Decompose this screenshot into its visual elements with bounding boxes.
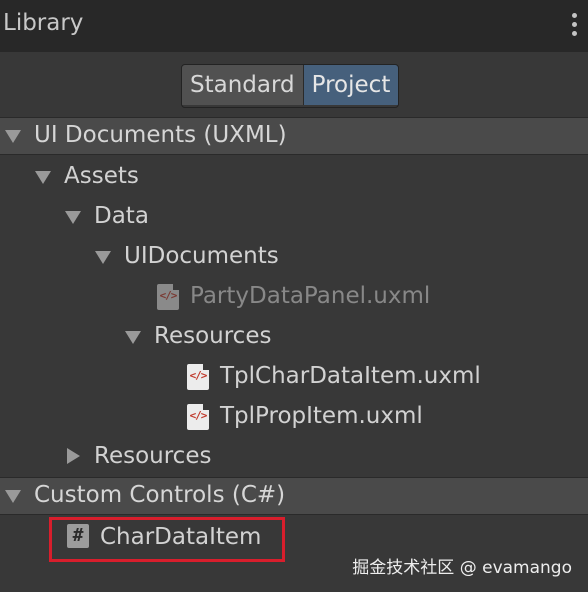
- tree-item-label: TplCharDataItem.uxml: [220, 363, 481, 389]
- panel-title: Library: [3, 10, 84, 36]
- tree-item-assets[interactable]: Assets: [0, 157, 588, 197]
- more-options-icon[interactable]: [570, 13, 578, 41]
- section-label: Custom Controls (C#): [34, 482, 286, 508]
- tree-item-label: Resources: [94, 443, 212, 469]
- library-header: Library: [0, 0, 588, 52]
- expand-arrow-icon[interactable]: [125, 331, 141, 344]
- expand-arrow-icon[interactable]: [65, 211, 81, 224]
- tree-item-uidocuments[interactable]: UIDocuments: [0, 237, 588, 277]
- highlight-box: [49, 517, 285, 562]
- expand-arrow-icon[interactable]: [5, 130, 21, 143]
- section-custom-controls[interactable]: Custom Controls (C#): [0, 477, 588, 515]
- tree-item-party-data-panel[interactable]: </> PartyDataPanel.uxml: [0, 277, 588, 317]
- uxml-file-icon: </>: [157, 284, 179, 310]
- library-mode-toggle[interactable]: Standard Project: [181, 64, 400, 108]
- tree-item-label: Assets: [64, 163, 139, 189]
- section-ui-documents[interactable]: UI Documents (UXML): [0, 117, 588, 155]
- project-option[interactable]: Project: [303, 65, 399, 105]
- tree-item-tpl-prop-item[interactable]: </> TplPropItem.uxml: [0, 397, 588, 437]
- uxml-file-icon: </>: [187, 364, 209, 390]
- expand-arrow-icon[interactable]: [95, 251, 111, 264]
- tree-item-label: PartyDataPanel.uxml: [190, 283, 431, 309]
- uxml-file-icon: </>: [187, 404, 209, 430]
- tree-item-data[interactable]: Data: [0, 197, 588, 237]
- tree-item-label: Resources: [154, 323, 272, 349]
- expand-arrow-icon[interactable]: [5, 490, 21, 503]
- standard-option[interactable]: Standard: [182, 65, 304, 105]
- watermark: 掘金技术社区 @ evamango: [352, 558, 572, 578]
- expand-arrow-icon[interactable]: [35, 171, 51, 184]
- section-label: UI Documents (UXML): [34, 122, 287, 148]
- tree-item-label: TplPropItem.uxml: [220, 403, 423, 429]
- tree-item-label: Data: [94, 203, 149, 229]
- tree-item-resources-inner[interactable]: Resources: [0, 317, 588, 357]
- tree-item-label: UIDocuments: [124, 243, 279, 269]
- collapse-arrow-icon[interactable]: [67, 448, 80, 464]
- tree-item-resources-outer[interactable]: Resources: [0, 437, 588, 477]
- tree-item-tpl-char-data-item[interactable]: </> TplCharDataItem.uxml: [0, 357, 588, 397]
